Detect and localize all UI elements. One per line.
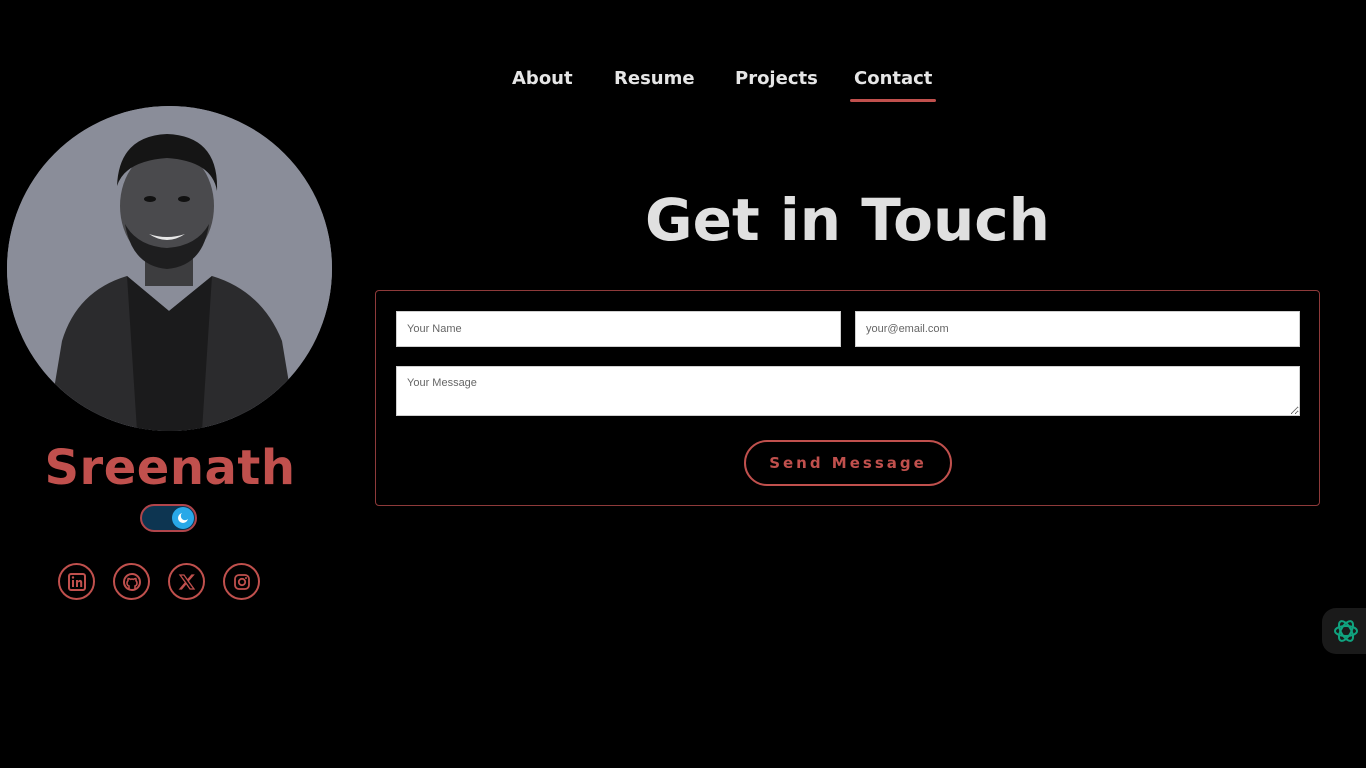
github-icon <box>122 572 141 591</box>
profile-photo <box>7 106 332 431</box>
nav-projects[interactable]: Projects <box>735 68 818 97</box>
github-link[interactable] <box>113 563 150 600</box>
linkedin-icon <box>67 572 86 591</box>
name-input[interactable] <box>396 311 841 347</box>
toggle-knob <box>172 507 194 529</box>
message-textarea[interactable] <box>396 366 1300 416</box>
x-link[interactable] <box>168 563 205 600</box>
nav-resume[interactable]: Resume <box>614 68 695 97</box>
profile-name: Sreenath <box>44 440 296 496</box>
instagram-link[interactable] <box>223 563 260 600</box>
contact-form: Send Message <box>375 290 1320 506</box>
instagram-icon <box>233 573 250 590</box>
assistant-button[interactable] <box>1322 608 1366 654</box>
social-links <box>58 563 260 600</box>
main-nav: About Resume Projects Contact <box>0 68 1366 108</box>
x-icon <box>178 573 195 590</box>
moon-icon <box>178 511 190 523</box>
send-message-button[interactable]: Send Message <box>744 440 952 486</box>
linkedin-link[interactable] <box>58 563 95 600</box>
portfolio-page: Sreenath About Resume Projects Contact G… <box>0 0 1366 768</box>
theme-toggle[interactable] <box>140 504 197 532</box>
nav-about[interactable]: About <box>512 68 573 97</box>
page-title: Get in Touch <box>645 186 1050 254</box>
nav-contact[interactable]: Contact <box>849 68 937 102</box>
ai-assistant-icon <box>1334 620 1358 642</box>
email-input[interactable] <box>855 311 1300 347</box>
profile-avatar <box>7 106 332 431</box>
